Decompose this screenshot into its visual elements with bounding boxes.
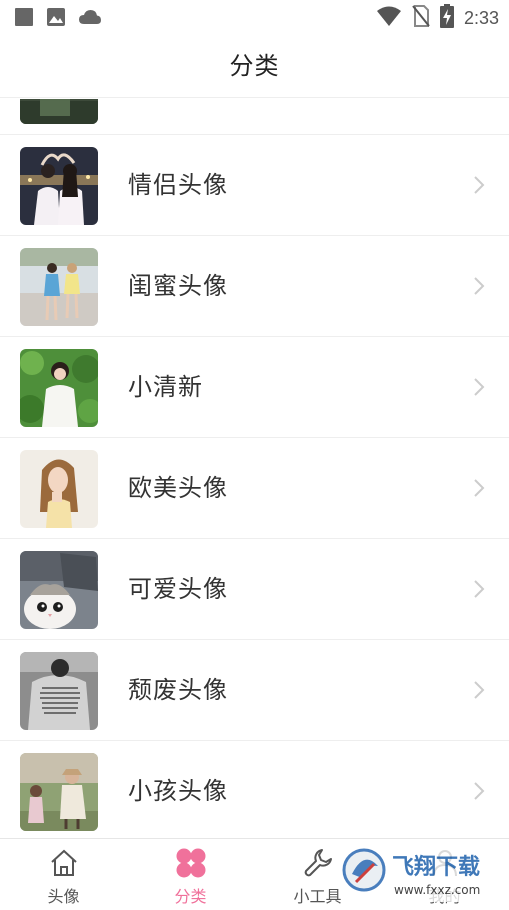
no-sim-icon — [412, 4, 430, 32]
chevron-right-icon — [473, 478, 485, 502]
cloud-notification-icon — [78, 8, 102, 30]
list-item-label: 小清新 — [128, 373, 203, 401]
list-item-label: 欧美头像 — [128, 474, 228, 502]
list-item-partial[interactable] — [0, 99, 509, 135]
list-item-cute-avatar[interactable]: 可爱头像 — [0, 539, 509, 640]
tab-category[interactable]: 分类 — [127, 839, 254, 910]
status-clock: 2:33 — [463, 7, 499, 28]
status-left-icons — [14, 7, 102, 31]
category-thumbnail — [20, 248, 98, 326]
category-thumbnail — [20, 99, 98, 124]
house-icon — [48, 847, 80, 883]
title-bar: 分类 — [0, 34, 509, 98]
wifi-icon — [376, 5, 402, 31]
list-item-label: 情侣头像 — [128, 171, 228, 199]
category-list[interactable]: 情侣头像 闺蜜头像 小清新 欧美头像 可爱头像 颓废头像 小孩头像 — [0, 99, 509, 837]
chevron-right-icon — [473, 579, 485, 603]
chevron-right-icon — [473, 377, 485, 401]
chevron-right-icon — [473, 781, 485, 805]
tab-label: 分类 — [174, 887, 207, 906]
category-thumbnail — [20, 753, 98, 831]
category-thumbnail — [20, 652, 98, 730]
image-notification-icon — [46, 7, 66, 31]
category-thumbnail — [20, 349, 98, 427]
watermark-logo: 飞翔下载 www.fxxz.com — [340, 844, 500, 902]
category-thumbnail — [20, 450, 98, 528]
wrench-icon — [302, 847, 334, 883]
list-item-western-avatar[interactable]: 欧美头像 — [0, 438, 509, 539]
watermark-brand: 飞翔下载 — [392, 854, 480, 880]
list-item-label: 小孩头像 — [128, 777, 228, 805]
list-item-kid-avatar[interactable]: 小孩头像 — [0, 741, 509, 837]
tab-avatar[interactable]: 头像 — [0, 839, 127, 910]
category-thumbnail — [20, 551, 98, 629]
list-item-label: 闺蜜头像 — [128, 272, 228, 300]
square-notification-icon — [14, 7, 34, 31]
watermark-url: www.fxxz.com — [394, 883, 480, 897]
list-item-bestie-avatar[interactable]: 闺蜜头像 — [0, 236, 509, 337]
chevron-right-icon — [473, 276, 485, 300]
page-title: 分类 — [229, 52, 280, 80]
category-thumbnail — [20, 147, 98, 225]
chevron-right-icon — [473, 175, 485, 199]
battery-charging-icon — [439, 4, 454, 32]
list-item-decadent-avatar[interactable]: 颓废头像 — [0, 640, 509, 741]
list-item-label: 可爱头像 — [128, 575, 228, 603]
status-bar: 2:33 — [0, 0, 509, 34]
list-item-label: 颓废头像 — [128, 676, 228, 704]
status-right-icons: 2:33 — [376, 4, 499, 32]
clover-icon — [175, 847, 207, 883]
tab-label: 头像 — [47, 887, 80, 906]
chevron-right-icon — [473, 680, 485, 704]
list-item-couple-avatar[interactable]: 情侣头像 — [0, 135, 509, 236]
list-item-fresh-avatar[interactable]: 小清新 — [0, 337, 509, 438]
